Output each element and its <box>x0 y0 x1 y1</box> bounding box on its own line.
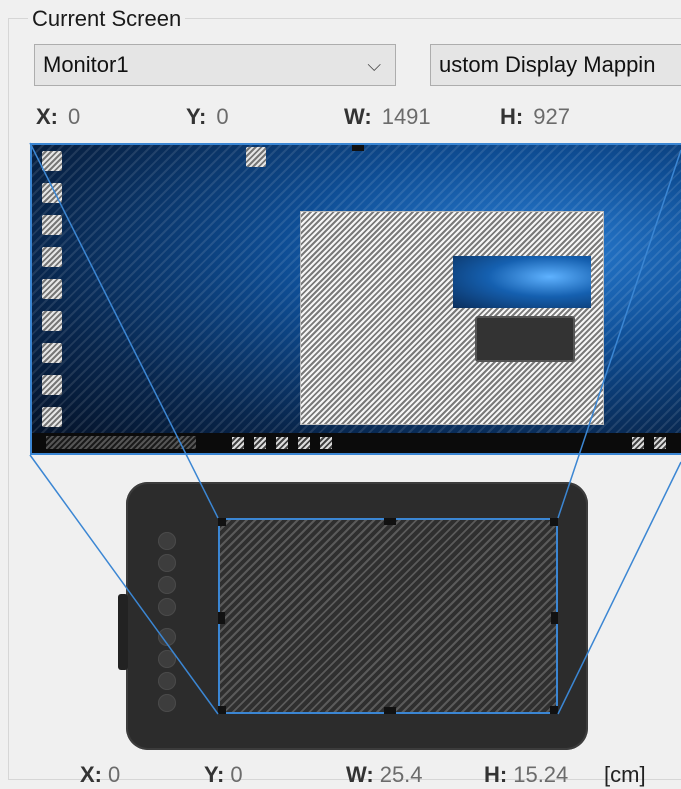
taskbar-app-icon <box>320 437 332 449</box>
desktop-shortcut-icon <box>42 343 62 363</box>
tablet-w-value: 25.4 <box>379 762 423 787</box>
screen-mapping-area[interactable] <box>30 143 681 455</box>
desktop-shortcut-icon <box>42 183 62 203</box>
express-key <box>158 628 176 646</box>
screen-w-readout: W: 1491 <box>344 104 431 129</box>
screen-h-readout: H: 927 <box>500 104 570 129</box>
screen-y-value: 0 <box>216 104 229 129</box>
tablet-active-area[interactable] <box>218 518 558 714</box>
desktop-shortcut-icon <box>42 279 62 299</box>
corner-handle[interactable] <box>218 706 226 714</box>
tablet-w-readout: W: 25.4 <box>346 762 423 787</box>
monitor-select[interactable]: Monitor1 ⌵ <box>34 44 396 86</box>
desktop-shortcut-icon <box>42 375 62 395</box>
express-key <box>158 694 176 712</box>
express-key <box>158 650 176 668</box>
desktop-shortcut-icon <box>42 407 62 427</box>
express-key <box>158 532 176 550</box>
corner-handle[interactable] <box>218 518 226 526</box>
mini-screen-preview <box>453 256 591 308</box>
express-key <box>158 598 176 616</box>
screen-w-value: 1491 <box>381 104 431 129</box>
express-key <box>158 672 176 690</box>
tablet-y-value: 0 <box>230 762 243 787</box>
edge-handle-bottom[interactable] <box>384 707 396 714</box>
tray-icon <box>654 437 666 449</box>
express-key <box>158 576 176 594</box>
group-title: Current Screen <box>28 6 186 32</box>
desktop-shortcut-icon <box>42 215 62 235</box>
edge-handle-top[interactable] <box>384 518 396 525</box>
corner-handle[interactable] <box>550 706 558 714</box>
tablet-h-value: 15.24 <box>513 762 569 787</box>
taskbar-app-icon <box>254 437 266 449</box>
edge-handle-right[interactable] <box>551 612 558 624</box>
screen-x-value: 0 <box>68 104 81 129</box>
chevron-down-icon: ⌵ <box>367 55 381 75</box>
desktop-shortcut-icon <box>42 311 62 331</box>
settings-window-thumbnail <box>300 211 604 425</box>
display-mapping-label: ustom Display Mappin <box>439 52 656 77</box>
resize-handle[interactable] <box>352 145 364 151</box>
desktop-shortcut-icon <box>42 151 62 171</box>
screen-h-value: 927 <box>533 104 570 129</box>
desktop-shortcut-icon <box>42 247 62 267</box>
tray-icon <box>632 437 644 449</box>
monitor-select-value: Monitor1 <box>43 52 129 77</box>
mini-tablet-preview <box>475 316 575 362</box>
corner-handle[interactable] <box>550 518 558 526</box>
taskbar-search <box>46 436 196 449</box>
taskbar-app-icon <box>232 437 244 449</box>
express-key <box>158 554 176 572</box>
tablet-x-readout: X: 0 <box>80 762 121 787</box>
tablet-side-port <box>118 594 128 670</box>
tablet-x-value: 0 <box>108 762 121 787</box>
taskbar <box>32 433 681 453</box>
edge-handle-left[interactable] <box>218 612 225 624</box>
tablet-h-readout: H: 15.24 <box>484 762 569 787</box>
screen-x-readout: X: 0 <box>36 104 81 129</box>
unit-label: [cm] <box>604 762 646 787</box>
screen-y-readout: Y: 0 <box>186 104 229 129</box>
desktop-shortcut-icon <box>246 147 266 167</box>
display-mapping-button[interactable]: ustom Display Mappin <box>430 44 681 86</box>
tablet-y-readout: Y: 0 <box>204 762 243 787</box>
taskbar-app-icon <box>276 437 288 449</box>
taskbar-app-icon <box>298 437 310 449</box>
